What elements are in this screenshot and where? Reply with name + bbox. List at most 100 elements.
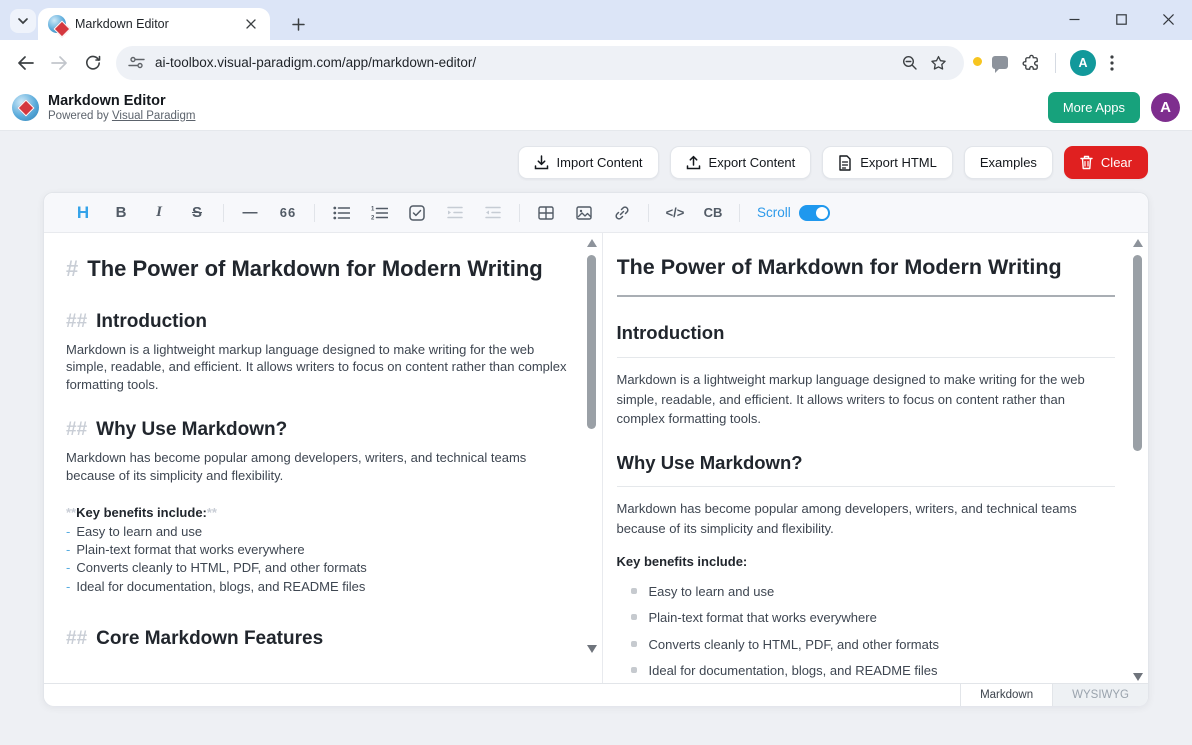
tab-markdown[interactable]: Markdown xyxy=(960,684,1052,706)
forward-button[interactable] xyxy=(42,46,76,80)
window-close-button[interactable] xyxy=(1145,0,1192,38)
new-tab-button[interactable] xyxy=(284,10,312,38)
editor-scrollbar[interactable] xyxy=(585,239,598,653)
more-apps-button[interactable]: More Apps xyxy=(1048,92,1140,123)
powered-by-text: Powered by Visual Paradigm xyxy=(48,110,195,122)
reload-button[interactable] xyxy=(76,46,110,80)
outdent-tool-button[interactable] xyxy=(480,200,506,226)
tab-search-chevron-button[interactable] xyxy=(10,9,36,33)
clear-label: Clear xyxy=(1101,155,1132,170)
preview-h2-intro: Introduction xyxy=(617,311,1115,358)
chevron-down-icon xyxy=(17,17,29,25)
source-h2-why: Why Use Markdown? xyxy=(96,419,287,440)
browser-toolbar: ai-toolbox.visual-paradigm.com/app/markd… xyxy=(0,40,1192,85)
list-item: Ideal for documentation, blogs, and READ… xyxy=(631,661,1115,681)
examples-button[interactable]: Examples xyxy=(964,146,1053,179)
image-tool-button[interactable] xyxy=(571,200,597,226)
back-button[interactable] xyxy=(8,46,42,80)
inline-code-tool-button[interactable]: </> xyxy=(662,200,688,226)
tab-wysiwyg[interactable]: WYSIWYG xyxy=(1052,684,1148,706)
task-list-tool-button[interactable] xyxy=(404,200,430,226)
horizontal-rule-tool-button[interactable]: — xyxy=(237,200,263,226)
editor-card: H B I S — 66 12 </> xyxy=(43,192,1149,706)
export-html-button[interactable]: Export HTML xyxy=(822,146,953,179)
scroll-down-icon[interactable] xyxy=(587,645,597,653)
list-item: Plain-text format that works everywhere xyxy=(631,608,1115,628)
bold-tool-button[interactable]: B xyxy=(108,200,134,226)
indent-tool-button[interactable] xyxy=(442,200,468,226)
source-benefit-1: Plain-text format that works everywhere xyxy=(76,542,304,557)
tab-close-icon[interactable] xyxy=(242,15,260,33)
scroll-up-icon[interactable] xyxy=(587,239,597,247)
h2-marker: ## xyxy=(66,419,87,440)
visual-paradigm-link[interactable]: Visual Paradigm xyxy=(112,110,196,122)
extensions-puzzle-icon[interactable] xyxy=(1022,53,1041,72)
export-content-button[interactable]: Export Content xyxy=(670,146,812,179)
scroll-up-icon[interactable] xyxy=(1133,239,1143,247)
source-h1-line: #The Power of Markdown for Modern Writin… xyxy=(66,253,574,285)
heading-tool-button[interactable]: H xyxy=(70,200,96,226)
import-content-button[interactable]: Import Content xyxy=(518,146,659,179)
bullet-list-tool-button[interactable] xyxy=(328,200,354,226)
chat-extension-icon[interactable] xyxy=(992,56,1008,69)
italic-tool-button[interactable]: I xyxy=(146,200,172,226)
url-text[interactable]: ai-toolbox.visual-paradigm.com/app/markd… xyxy=(155,55,896,70)
actions-row: Import Content Export Content Export HTM… xyxy=(518,146,1148,179)
powered-by-label: Powered by xyxy=(48,110,109,122)
import-download-icon xyxy=(534,155,549,170)
window-minimize-button[interactable] xyxy=(1051,0,1098,38)
editor-scroll-thumb[interactable] xyxy=(587,255,596,429)
table-tool-button[interactable] xyxy=(533,200,559,226)
source-benefit-0: Easy to learn and use xyxy=(76,524,202,539)
site-settings-icon[interactable] xyxy=(128,55,145,70)
scroll-down-icon[interactable] xyxy=(1133,673,1143,681)
link-tool-button[interactable] xyxy=(609,200,635,226)
strikethrough-tool-button[interactable]: S xyxy=(184,200,210,226)
list-dash-marker: - xyxy=(66,560,70,575)
list-dash-marker: - xyxy=(66,542,70,557)
list-dash-marker: - xyxy=(66,524,70,539)
toolbar-separator xyxy=(314,204,315,222)
visual-paradigm-logo xyxy=(12,94,39,121)
svg-text:2: 2 xyxy=(371,215,375,219)
code-block-tool-button[interactable]: CB xyxy=(700,200,726,226)
document-icon xyxy=(838,155,852,171)
page-title: Markdown Editor xyxy=(48,93,195,110)
site-favicon-icon xyxy=(48,15,66,33)
source-benefit-3: Ideal for documentation, blogs, and READ… xyxy=(76,579,365,594)
scroll-sync-toggle[interactable] xyxy=(799,205,830,221)
preview-content: The Power of Markdown for Modern Writing… xyxy=(617,243,1115,683)
browser-tab[interactable]: Markdown Editor xyxy=(38,8,270,40)
source-h2-line: ## Why Use Markdown? xyxy=(66,417,574,442)
tab-title: Markdown Editor xyxy=(75,17,242,31)
toolbar-separator xyxy=(648,204,649,222)
user-avatar[interactable]: A xyxy=(1151,93,1180,122)
list-item: Converts cleanly to HTML, PDF, and other… xyxy=(631,635,1115,655)
extensions-cluster: A xyxy=(978,50,1114,76)
export-upload-icon xyxy=(686,155,701,170)
window-maximize-button[interactable] xyxy=(1098,0,1145,38)
list-dash-marker: - xyxy=(66,579,70,594)
svg-text:1: 1 xyxy=(371,206,375,212)
markdown-source-pane[interactable]: #The Power of Markdown for Modern Writin… xyxy=(44,233,603,683)
h2-marker: ## xyxy=(66,311,87,332)
source-benefits-label: Key benefits include: xyxy=(76,505,207,520)
source-list-item: -Ideal for documentation, blogs, and REA… xyxy=(66,578,574,596)
ordered-list-tool-button[interactable]: 12 xyxy=(366,200,392,226)
address-bar[interactable]: ai-toolbox.visual-paradigm.com/app/markd… xyxy=(116,46,964,80)
source-h2-line: ##Core Markdown Features xyxy=(66,626,574,651)
source-list-item: -Converts cleanly to HTML, PDF, and othe… xyxy=(66,559,574,577)
preview-scrollbar[interactable] xyxy=(1131,239,1144,681)
zoom-out-icon[interactable] xyxy=(896,49,924,77)
browser-profile-avatar[interactable]: A xyxy=(1070,50,1096,76)
export-content-label: Export Content xyxy=(709,155,796,170)
source-bold-line: **Key benefits include:** xyxy=(66,504,574,521)
browser-menu-kebab-icon[interactable] xyxy=(1110,55,1114,71)
list-item: Easy to learn and use xyxy=(631,582,1115,602)
blockquote-tool-button[interactable]: 66 xyxy=(275,200,301,226)
bookmark-star-icon[interactable] xyxy=(924,49,952,77)
preview-scroll-thumb[interactable] xyxy=(1133,255,1142,451)
markdown-source-content[interactable]: #The Power of Markdown for Modern Writin… xyxy=(66,245,574,683)
clear-button[interactable]: Clear xyxy=(1064,146,1148,179)
scroll-sync-label: Scroll xyxy=(757,205,791,220)
